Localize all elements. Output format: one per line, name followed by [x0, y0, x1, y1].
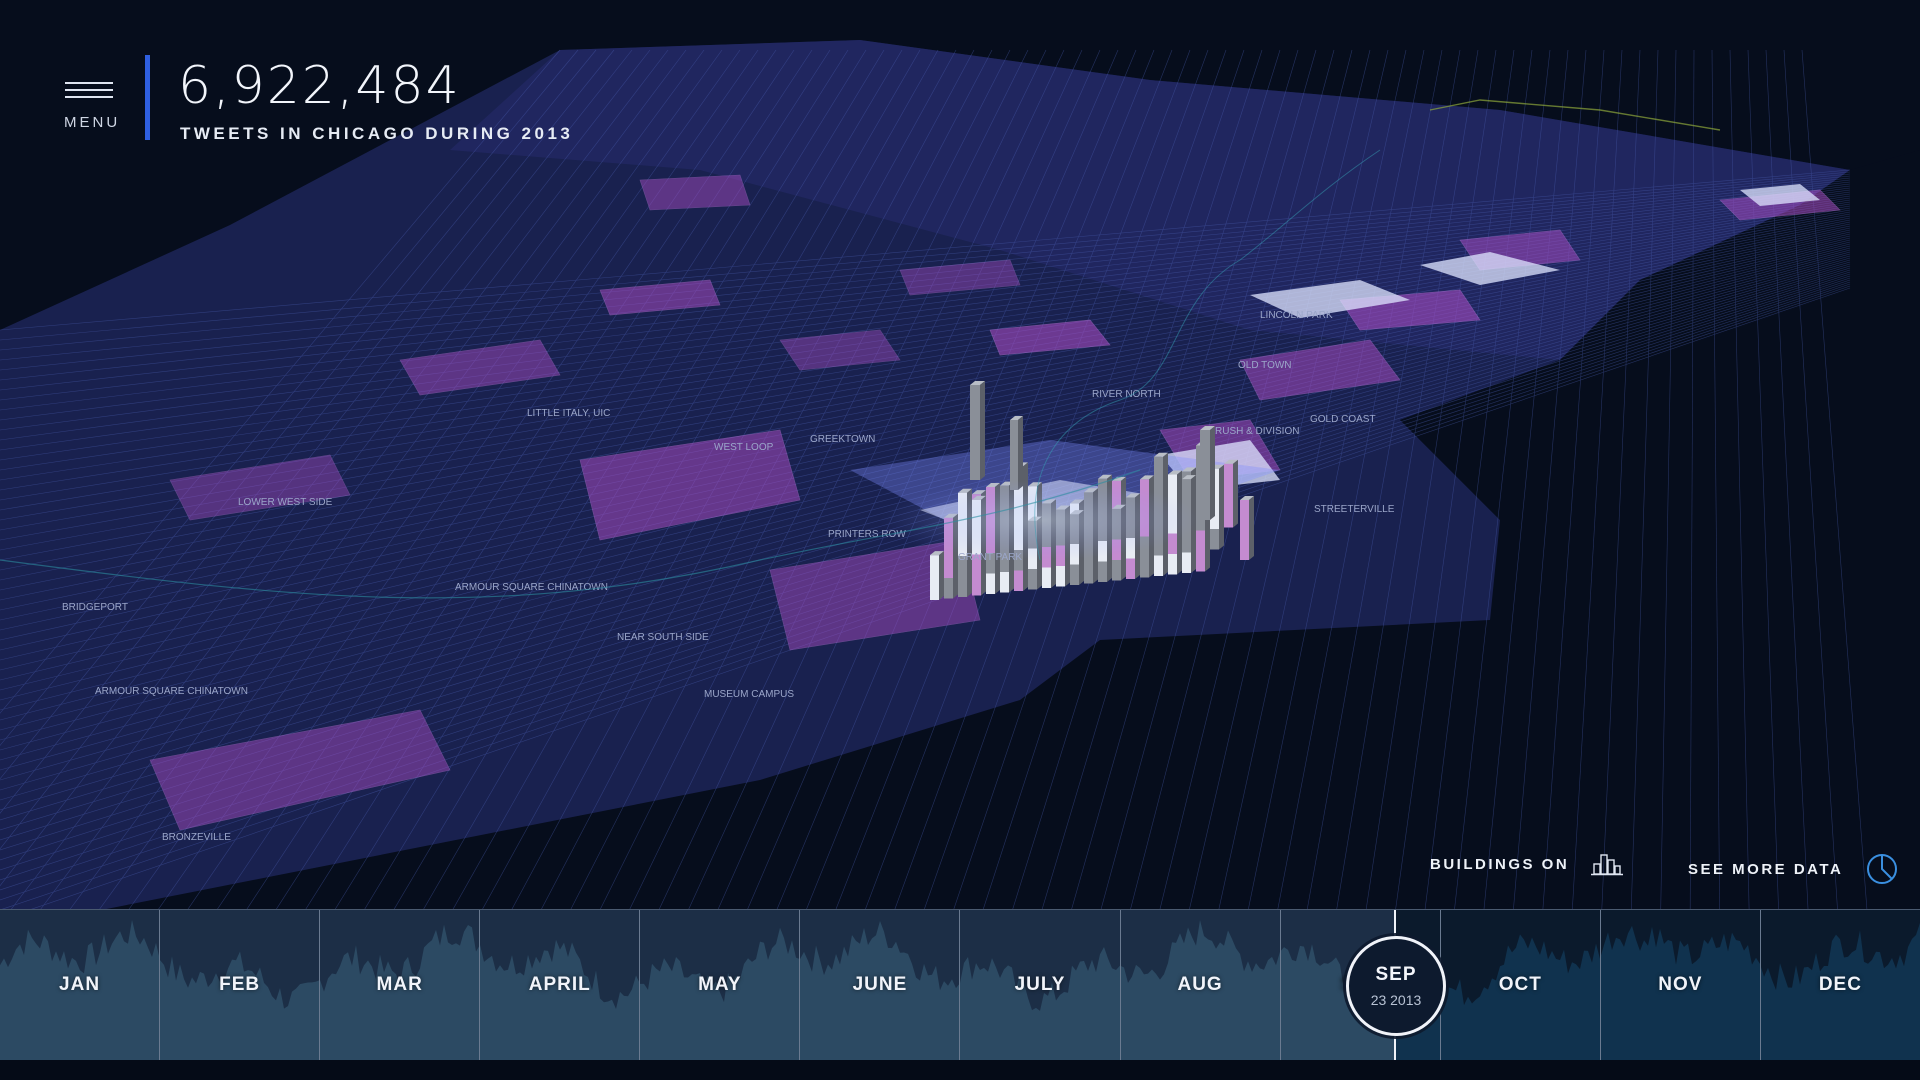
- see-more-data-button[interactable]: SEE MORE DATA: [1688, 852, 1899, 886]
- timeline-month-dec[interactable]: DEC: [1761, 910, 1920, 1060]
- map-label: GREEKTOWN: [810, 434, 875, 445]
- map-label: WEST LOOP: [714, 442, 774, 453]
- hamburger-icon: [65, 82, 113, 100]
- map-label: GOLD COAST: [1310, 414, 1376, 425]
- timeline-month-feb[interactable]: FEB: [160, 910, 321, 1060]
- timeline-month-mar[interactable]: MAR: [320, 910, 481, 1060]
- menu-button[interactable]: MENU: [60, 78, 120, 138]
- current-date-marker[interactable]: SEP 23 2013: [1346, 936, 1446, 1036]
- pie-chart-icon: [1867, 854, 1898, 884]
- map-label: RUSH & DIVISION: [1215, 426, 1299, 437]
- map-label: LINCOLN PARK: [1260, 310, 1333, 321]
- map-label: BRIDGEPORT: [62, 602, 128, 613]
- month-list: JANFEBMARAPRILMAYJUNEJULYAUG SEP OCTNOVDEC: [0, 910, 1920, 1060]
- timeline-month-jan[interactable]: JAN: [0, 910, 161, 1060]
- map-label: BRONZEVILLE: [162, 832, 231, 843]
- buildings-toggle[interactable]: BUILDINGS ON: [1430, 852, 1624, 876]
- current-date: 23 2013: [1370, 992, 1422, 1008]
- map-label: STREETERVILLE: [1314, 504, 1395, 515]
- buildings-toggle-label: BUILDINGS ON: [1430, 855, 1570, 873]
- month-timeline[interactable]: JANFEBMARAPRILMAYJUNEJULYAUG SEP OCTNOVDEC…: [0, 909, 1920, 1060]
- timeline-month-aug[interactable]: AUG: [1121, 910, 1281, 1060]
- timeline-month-april[interactable]: APRIL: [480, 910, 641, 1060]
- current-month: SEP: [1375, 964, 1417, 985]
- bottom-strip: [0, 1060, 1920, 1080]
- map-label: NEAR SOUTH SIDE: [617, 632, 709, 643]
- map-label: ARMOUR SQUARE CHINATOWN: [95, 686, 248, 697]
- timeline-month-june[interactable]: JUNE: [800, 910, 961, 1060]
- map-label: LITTLE ITALY, UIC: [527, 408, 610, 419]
- map-label: ARMOUR SQUARE CHINATOWN: [455, 582, 608, 593]
- map-label: RIVER NORTH: [1092, 389, 1161, 400]
- map-label: GRANT PARK: [958, 552, 1022, 563]
- header-divider: [145, 55, 150, 140]
- timeline-month-may[interactable]: MAY: [640, 910, 801, 1060]
- see-more-data-label: SEE MORE DATA: [1688, 860, 1844, 878]
- tweet-count: 6,922,484: [178, 56, 461, 116]
- buildings-icon: [1591, 854, 1624, 876]
- menu-label: MENU: [64, 114, 121, 131]
- map-label: LOWER WEST SIDE: [238, 497, 333, 508]
- page-subtitle: TWEETS IN CHICAGO DURING 2013: [180, 124, 574, 143]
- timeline-month-july[interactable]: JULY: [960, 910, 1121, 1060]
- map-label: OLD TOWN: [1238, 360, 1292, 371]
- timeline-month-oct[interactable]: OCT: [1441, 910, 1601, 1060]
- map-label: MUSEUM CAMPUS: [704, 689, 794, 700]
- timeline-month-nov[interactable]: NOV: [1601, 910, 1761, 1060]
